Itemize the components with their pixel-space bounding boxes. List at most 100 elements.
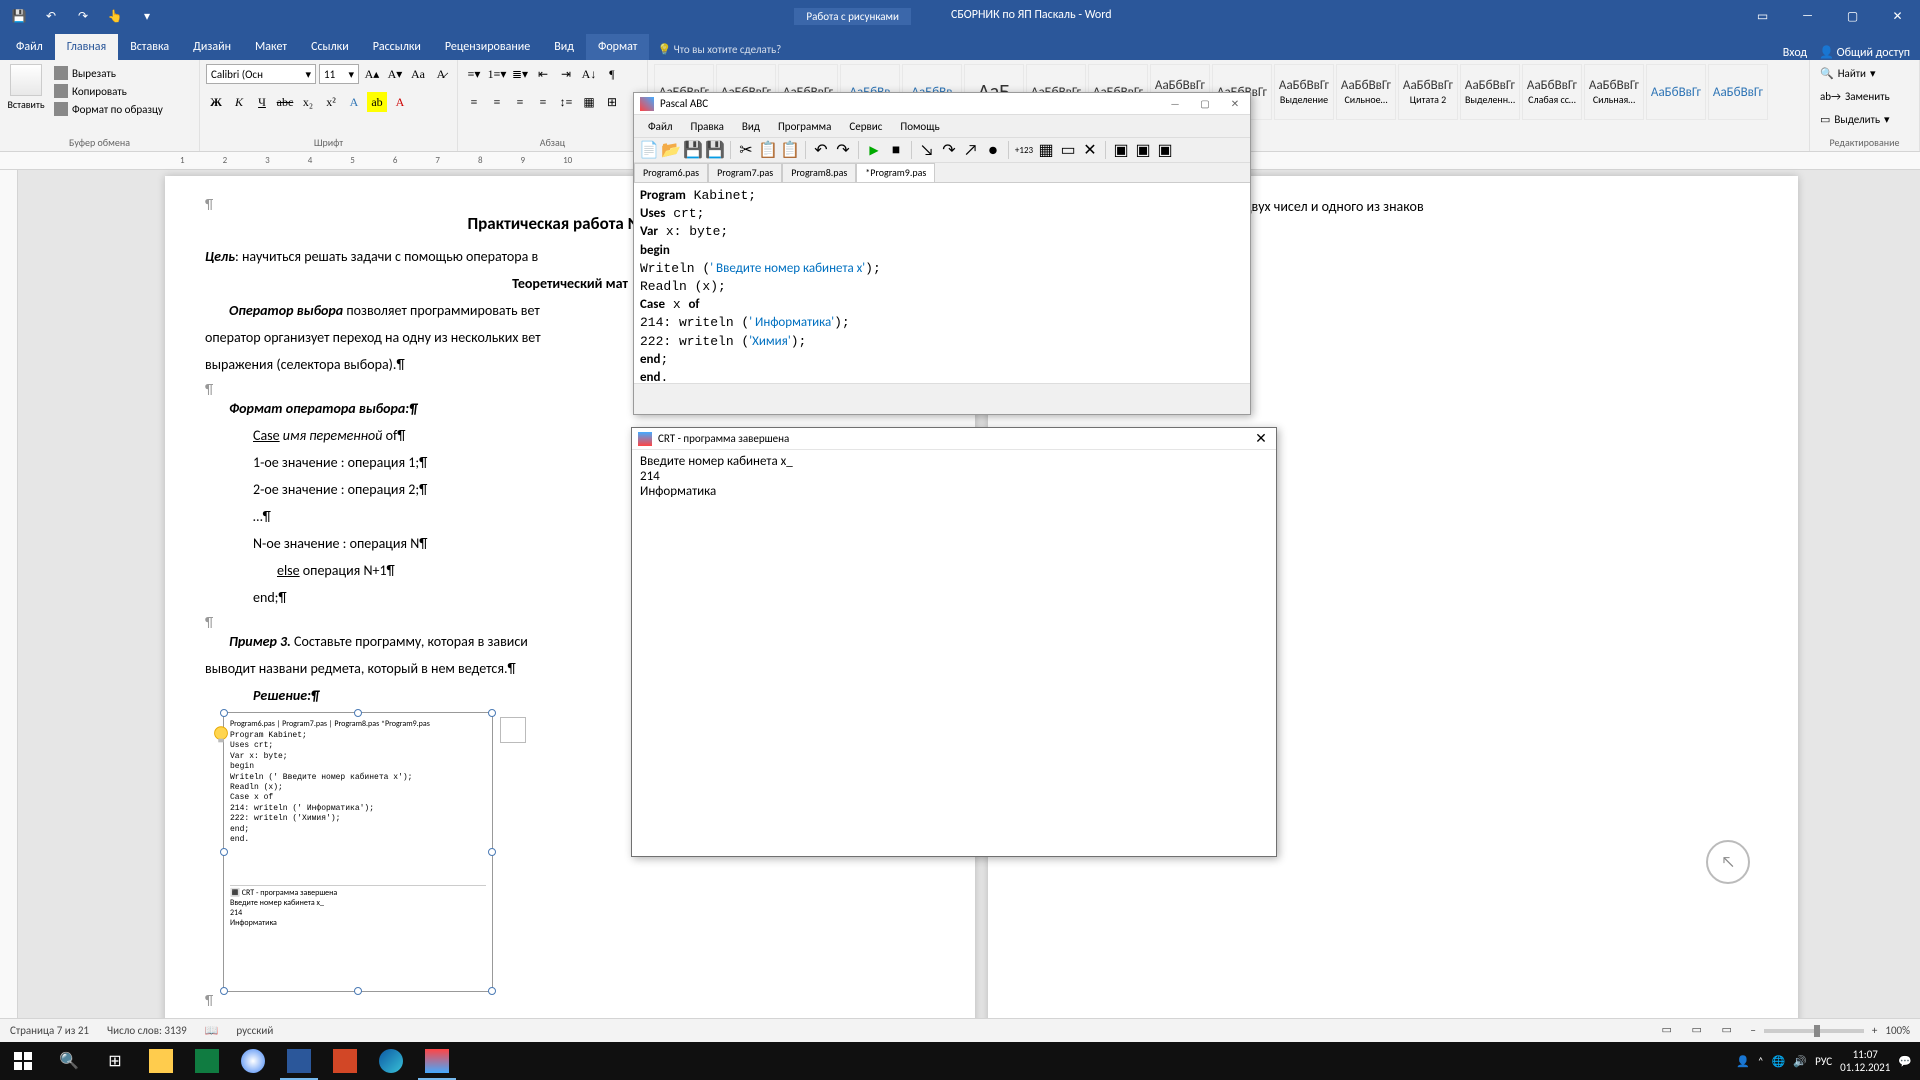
undo-tb-icon[interactable]: ↶ <box>812 141 830 159</box>
embedded-screenshot[interactable]: Program6.pas | Program7.pas | Program8.p… <box>223 712 493 992</box>
font-name-combo[interactable]: Calibri (Осн▾ <box>206 64 316 84</box>
sign-in-button[interactable]: Вход <box>1783 46 1807 60</box>
zoom-slider[interactable] <box>1764 1029 1864 1033</box>
qat-more-icon[interactable]: ▾ <box>134 3 160 29</box>
tray-network-icon[interactable]: 🌐 <box>1772 1055 1786 1068</box>
step-out-icon[interactable]: ↗ <box>962 141 980 159</box>
copy-tb-icon[interactable]: 📋 <box>759 141 777 159</box>
minimize-icon[interactable]: — <box>1785 0 1830 32</box>
pascal-code-editor[interactable]: Program Kabinet; Uses crt; Var x: byte; … <box>634 183 1250 383</box>
line-spacing-icon[interactable]: ↕≡ <box>556 92 576 112</box>
zoom-in-button[interactable]: + <box>1872 1024 1877 1037</box>
pascal-scrollbar[interactable] <box>634 383 1250 399</box>
shading-icon[interactable]: ▦ <box>579 92 599 112</box>
outdent-icon[interactable]: ⇤ <box>533 64 553 84</box>
pascal-maximize-icon[interactable]: ▢ <box>1190 93 1220 115</box>
window-2-icon[interactable]: ▣ <box>1134 141 1152 159</box>
share-button[interactable]: 👤 Общий доступ <box>1819 45 1910 60</box>
pascal-menu-service[interactable]: Сервис <box>841 118 890 135</box>
multilevel-icon[interactable]: ≣▾ <box>510 64 530 84</box>
zoom-level[interactable]: 100% <box>1885 1024 1910 1037</box>
align-left-icon[interactable]: ≡ <box>464 92 484 112</box>
save-icon[interactable]: 💾 <box>6 3 32 29</box>
paste-tb-icon[interactable]: 📋 <box>781 141 799 159</box>
terminate-icon[interactable]: ✕ <box>1081 141 1099 159</box>
find-button[interactable]: 🔍 Найти ▾ <box>1816 64 1880 83</box>
maximize-icon[interactable]: ▢ <box>1830 0 1875 32</box>
grow-font-icon[interactable]: A▴ <box>362 64 382 84</box>
pascal-tab[interactable]: Program7.pas <box>708 163 782 182</box>
paste-icon[interactable] <box>10 64 42 96</box>
touch-mode-icon[interactable]: 👆 <box>102 3 128 29</box>
redo-icon[interactable]: ↷ <box>70 3 96 29</box>
read-mode-icon[interactable]: ▭ <box>1660 1022 1682 1040</box>
underline-button[interactable]: Ч <box>252 92 272 112</box>
taskbar-chrome[interactable] <box>230 1042 276 1080</box>
task-view-icon[interactable]: ⊞ <box>92 1042 138 1080</box>
tell-me-search[interactable]: 💡 Что вы хотите сделать? <box>649 39 789 60</box>
cut-icon[interactable]: ✂ <box>737 141 755 159</box>
crt-output-window[interactable]: CRT - программа завершена ✕ Введите номе… <box>631 427 1277 857</box>
italic-button[interactable]: К <box>229 92 249 112</box>
new-file-icon[interactable]: 📄 <box>640 141 658 159</box>
replace-button[interactable]: ab→ Заменить <box>1816 87 1894 106</box>
tray-up-icon[interactable]: ˄ <box>1758 1055 1764 1068</box>
run-icon[interactable]: ▶ <box>865 141 883 159</box>
tray-notifications-icon[interactable]: 💬 <box>1898 1055 1912 1068</box>
copy-button[interactable]: Копировать <box>50 82 167 100</box>
vertical-ruler[interactable] <box>0 170 18 1042</box>
paste-button[interactable]: Вставить <box>7 98 44 111</box>
clear-format-icon[interactable]: A̷ <box>431 64 451 84</box>
bold-button[interactable]: Ж <box>206 92 226 112</box>
print-layout-icon[interactable]: ▭ <box>1690 1022 1712 1040</box>
cut-button[interactable]: Вырезать <box>50 64 167 82</box>
taskbar-clock[interactable]: 11:07 01.12.2021 <box>1840 1048 1890 1074</box>
layout-options-icon[interactable] <box>500 717 526 743</box>
pascal-menu-file[interactable]: Файл <box>640 118 681 135</box>
taskbar-powerpoint[interactable] <box>322 1042 368 1080</box>
tab-file[interactable]: Файл <box>4 34 55 60</box>
highlight-icon[interactable]: ab <box>367 92 387 112</box>
pascal-abc-window[interactable]: Pascal ABC — ▢ ✕ Файл Правка Вид Програм… <box>633 92 1251 415</box>
superscript-button[interactable]: x² <box>321 92 341 112</box>
zoom-out-button[interactable]: − <box>1750 1024 1755 1037</box>
smart-tag-icon[interactable] <box>210 724 232 746</box>
save-file-icon[interactable]: 💾 <box>684 141 702 159</box>
tab-view[interactable]: Вид <box>542 34 586 60</box>
indent-icon[interactable]: ⇥ <box>556 64 576 84</box>
web-layout-icon[interactable]: ▭ <box>1720 1022 1742 1040</box>
tray-people-icon[interactable]: 👤 <box>1736 1055 1750 1068</box>
justify-icon[interactable]: ≡ <box>533 92 553 112</box>
tab-insert[interactable]: Вставка <box>118 34 181 60</box>
pascal-close-icon[interactable]: ✕ <box>1220 93 1250 115</box>
taskbar-excel[interactable] <box>184 1042 230 1080</box>
window-1-icon[interactable]: ▣ <box>1112 141 1130 159</box>
subscript-button[interactable]: x₂ <box>298 92 318 112</box>
step-over-icon[interactable]: ↷ <box>940 141 958 159</box>
tray-volume-icon[interactable]: 🔊 <box>1793 1055 1807 1068</box>
status-language[interactable]: русский <box>236 1024 273 1037</box>
vars-icon[interactable]: ▦ <box>1037 141 1055 159</box>
tab-layout[interactable]: Макет <box>243 34 299 60</box>
tab-review[interactable]: Рецензирование <box>433 34 542 60</box>
text-effects-icon[interactable]: A <box>344 92 364 112</box>
pascal-tab-active[interactable]: *Program9.pas <box>856 163 935 182</box>
tab-design[interactable]: Дизайн <box>181 34 243 60</box>
borders-icon[interactable]: ⊞ <box>602 92 622 112</box>
tray-language[interactable]: РУС <box>1815 1055 1832 1068</box>
font-color-icon[interactable]: A <box>390 92 410 112</box>
crt-close-icon[interactable]: ✕ <box>1246 430 1276 447</box>
show-marks-icon[interactable]: ¶ <box>602 64 622 84</box>
status-proofing-icon[interactable]: 📖 <box>205 1024 219 1037</box>
step-into-icon[interactable]: ↘ <box>918 141 936 159</box>
status-words[interactable]: Число слов: 3139 <box>107 1024 187 1037</box>
select-button[interactable]: ▭ Выделить ▾ <box>1816 110 1894 129</box>
numbering-icon[interactable]: 1≡▾ <box>487 64 507 84</box>
change-case-icon[interactable]: Aa <box>408 64 428 84</box>
taskbar-explorer[interactable] <box>138 1042 184 1080</box>
stop-icon[interactable]: ⏹ <box>887 141 905 159</box>
shrink-font-icon[interactable]: A▾ <box>385 64 405 84</box>
locals-icon[interactable]: ▭ <box>1059 141 1077 159</box>
align-right-icon[interactable]: ≡ <box>510 92 530 112</box>
start-button[interactable] <box>0 1042 46 1080</box>
